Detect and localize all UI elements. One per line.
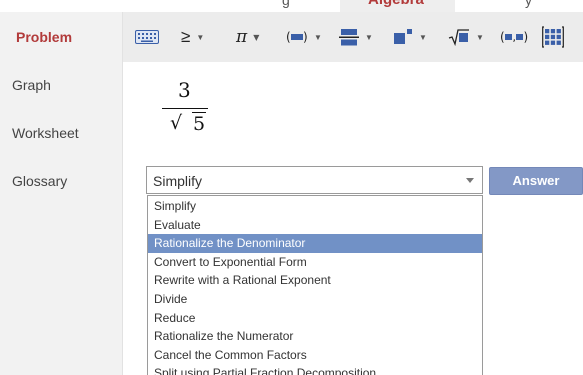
dropdown-option[interactable]: Rationalize the Numerator xyxy=(148,327,482,346)
answer-button[interactable]: Answer xyxy=(489,167,583,195)
dropdown-option[interactable]: Cancel the Common Factors xyxy=(148,346,482,365)
fraction-numerator: 3 xyxy=(178,78,191,102)
tab-algebra[interactable]: Algebra xyxy=(340,0,455,12)
matrix-icon xyxy=(542,26,564,48)
dropdown-option[interactable]: Divide xyxy=(148,290,482,309)
problem-expression: 3 √ 5 xyxy=(160,78,212,148)
exponent-icon xyxy=(394,29,412,44)
dropdown-option[interactable]: Rewrite with a Rational Exponent xyxy=(148,271,482,290)
chevron-down-icon: ▼ xyxy=(476,32,484,42)
chevron-down-icon: ▼ xyxy=(419,32,427,42)
dropdown-option[interactable]: Simplify xyxy=(148,197,482,216)
symbols-button[interactable]: π ▼ xyxy=(236,26,259,48)
sidebar-item-glossary[interactable]: Glossary xyxy=(12,173,67,189)
fraction-bar xyxy=(162,108,208,109)
svg-text:,: , xyxy=(513,31,517,44)
svg-text:): ) xyxy=(303,30,308,44)
math-toolbar: ≥ ▼ π ▼ ( ) ▼ ▼ ▼ ▼ (,) xyxy=(123,12,583,62)
matrix-button[interactable] xyxy=(542,26,564,48)
parentheses-icon: ( ) xyxy=(286,30,308,44)
sidebar: Problem Graph Worksheet Glossary xyxy=(0,12,123,375)
operation-select[interactable]: Simplify xyxy=(146,166,483,194)
fraction-icon xyxy=(339,29,359,46)
svg-text:(: ( xyxy=(500,30,505,44)
dropdown-option[interactable]: Convert to Exponential Form xyxy=(148,253,482,272)
ordered-pair-button[interactable]: ( , ) xyxy=(500,26,528,48)
greater-equal-icon: ≥ xyxy=(181,27,191,46)
chevron-down-icon: ▼ xyxy=(365,32,373,42)
keyboard-button[interactable] xyxy=(135,26,159,48)
fraction-button[interactable]: ▼ xyxy=(339,26,373,48)
tab-next-fragment[interactable]: y xyxy=(525,0,532,8)
inequality-button[interactable]: ≥ ▼ xyxy=(181,26,204,48)
dropdown-option[interactable]: Reduce xyxy=(148,309,482,328)
svg-text:): ) xyxy=(524,30,529,44)
keyboard-icon xyxy=(135,30,159,44)
grouping-button[interactable]: ( ) ▼ xyxy=(286,26,322,48)
chevron-down-icon: ▼ xyxy=(196,32,205,42)
dropdown-option[interactable]: Split using Partial Fraction Decompositi… xyxy=(148,364,482,375)
exponent-button[interactable]: ▼ xyxy=(393,26,427,48)
tab-graph-fragment[interactable]: g xyxy=(282,0,290,8)
operation-dropdown-list: Simplify Evaluate Rationalize the Denomi… xyxy=(147,195,483,375)
ordered-pair-icon: ( , ) xyxy=(500,30,528,44)
chevron-down-icon[interactable] xyxy=(466,178,474,183)
radical-sign: √ xyxy=(170,112,183,134)
square-root-icon xyxy=(448,29,469,46)
chevron-down-icon: ▼ xyxy=(314,32,322,42)
dropdown-option[interactable]: Evaluate xyxy=(148,216,482,235)
sidebar-item-worksheet[interactable]: Worksheet xyxy=(12,125,79,141)
pi-icon: π xyxy=(236,27,248,47)
top-tab-strip: g Algebra y xyxy=(0,0,583,12)
tab-algebra-label: Algebra xyxy=(368,0,424,8)
sidebar-item-problem[interactable]: Problem xyxy=(16,29,72,45)
sidebar-item-graph[interactable]: Graph xyxy=(12,77,51,93)
chevron-down-icon: ▼ xyxy=(253,32,260,42)
dropdown-option-highlighted[interactable]: Rationalize the Denominator xyxy=(148,234,482,253)
radicand: 5 xyxy=(192,112,207,135)
select-value: Simplify xyxy=(153,173,203,189)
radical-button[interactable]: ▼ xyxy=(448,26,484,48)
svg-text:(: ( xyxy=(286,30,291,44)
